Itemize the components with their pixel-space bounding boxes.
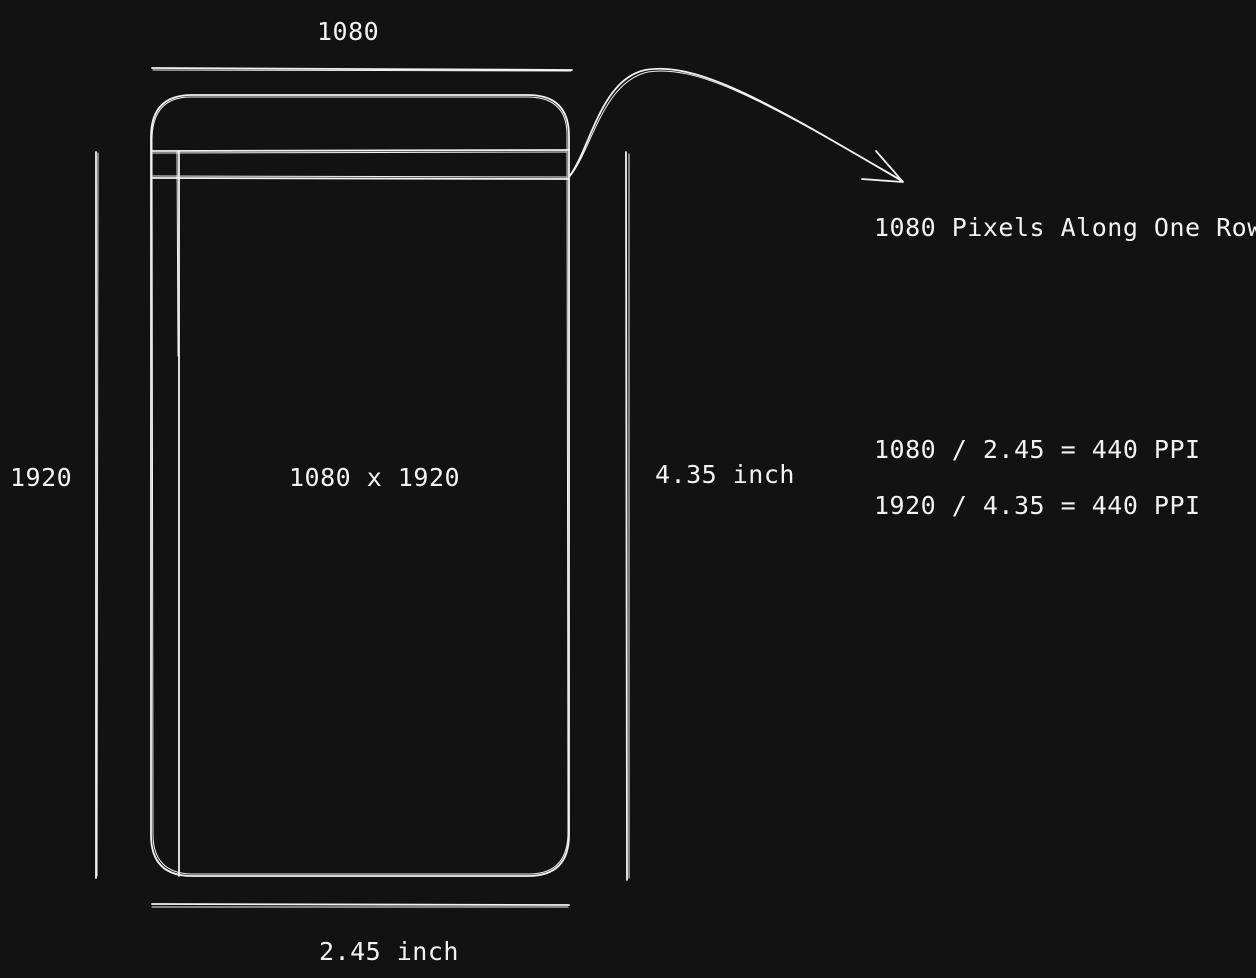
left-height-pixels-label: 1920 xyxy=(10,463,73,492)
pixel-row-bottom-line xyxy=(151,177,569,180)
bottom-width-dimension-line xyxy=(151,903,570,906)
bottom-width-inches-label: 2.45 inch xyxy=(319,937,459,966)
pixel-row-top-line xyxy=(151,149,570,152)
pixel-row-top-line-sketch xyxy=(152,151,568,154)
top-width-pixels-label: 1080 xyxy=(317,17,380,46)
pixel-row-bottom-line-sketch xyxy=(152,175,568,178)
ppi-height-calculation: 1920 / 4.35 = 440 PPI xyxy=(874,491,1201,520)
arrow-curve xyxy=(568,67,903,182)
ppi-width-calculation: 1080 / 2.45 = 440 PPI xyxy=(874,435,1201,464)
pixels-along-row-note: 1080 Pixels Along One Row xyxy=(874,213,1256,242)
right-height-inches-label: 4.35 inch xyxy=(655,460,795,489)
right-height-dimension-line xyxy=(625,151,628,881)
sketch-drawing xyxy=(95,67,904,908)
diagram-canvas: 1080 1920 1080 x 1920 4.35 inch 2.45 inc… xyxy=(0,0,1256,978)
center-resolution-label: 1080 x 1920 xyxy=(289,463,461,492)
left-height-dimension-line-sketch xyxy=(96,152,99,877)
arrow-curve-sketch xyxy=(570,70,901,180)
pixel-column-line-sketch xyxy=(176,151,179,357)
